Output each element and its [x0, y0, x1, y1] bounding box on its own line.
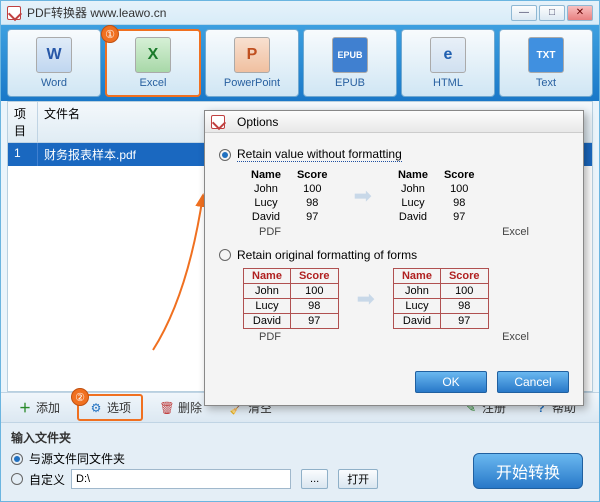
- open-button[interactable]: 打开: [338, 469, 378, 489]
- app-icon: [211, 115, 225, 129]
- format-text[interactable]: TXT Text: [499, 29, 593, 97]
- footer-title: 输入文件夹: [11, 429, 589, 446]
- options-dialog: Options Retain value without formatting …: [204, 110, 584, 406]
- btn-label: 添加: [36, 399, 60, 416]
- callout-badge-2: ②: [71, 388, 89, 406]
- format-epub[interactable]: EPUB EPUB: [303, 29, 397, 97]
- footer: 输入文件夹 与源文件同文件夹 自定义 ... 打开 开始转换: [1, 422, 599, 501]
- radio-retain-value[interactable]: [219, 149, 231, 161]
- radio-custom-folder[interactable]: [11, 473, 23, 485]
- callout-badge-1: ①: [101, 25, 119, 43]
- powerpoint-icon: P: [234, 37, 270, 73]
- radio-retain-formatting[interactable]: [219, 249, 231, 261]
- radio-label: 与源文件同文件夹: [29, 450, 125, 467]
- app-icon: [7, 6, 21, 20]
- gear-icon: ⚙: [89, 401, 103, 415]
- preview-bordered: NameScore John100 Lucy98 David97 ➡ NameS…: [243, 268, 569, 329]
- btn-label: 选项: [107, 399, 131, 416]
- format-powerpoint[interactable]: P PowerPoint: [205, 29, 299, 97]
- preview-label-excel: Excel: [502, 331, 529, 343]
- minimize-button[interactable]: —: [511, 5, 537, 21]
- dialog-title: Options: [237, 115, 278, 129]
- format-toolbar: W Word ① X Excel P PowerPoint EPUB EPUB …: [1, 25, 599, 101]
- format-label: Word: [41, 77, 67, 89]
- format-excel[interactable]: ① X Excel: [105, 29, 201, 97]
- preview-label-pdf: PDF: [259, 331, 281, 343]
- add-button[interactable]: ＋ 添加: [7, 395, 71, 420]
- maximize-button[interactable]: □: [539, 5, 565, 21]
- browse-button[interactable]: ...: [301, 469, 328, 489]
- option-label: Retain original formatting of forms: [237, 248, 417, 262]
- format-label: Excel: [140, 77, 167, 89]
- preview-label-pdf: PDF: [259, 226, 281, 238]
- epub-icon: EPUB: [332, 37, 368, 73]
- format-label: EPUB: [335, 77, 365, 89]
- excel-icon: X: [135, 37, 171, 73]
- preview-pdf-table: NameScore John100 Lucy98 David97: [243, 268, 339, 329]
- cancel-button[interactable]: Cancel: [497, 371, 569, 393]
- options-button[interactable]: ② ⚙ 选项: [77, 394, 143, 421]
- option-label: Retain value without formatting: [237, 147, 402, 162]
- radio-same-folder[interactable]: [11, 453, 23, 465]
- preview-label-excel: Excel: [502, 226, 529, 238]
- row-index: 1: [8, 143, 38, 166]
- format-label: Text: [536, 77, 556, 89]
- arrow-right-icon: ➡: [357, 286, 375, 312]
- preview-excel-table: NameScore John100 Lucy98 David97: [393, 268, 489, 329]
- preview-plain: NameScore John100 Lucy98 David97 ➡ NameS…: [243, 168, 569, 224]
- word-icon: W: [36, 37, 72, 73]
- start-convert-button[interactable]: 开始转换: [473, 453, 583, 489]
- format-label: PowerPoint: [224, 77, 280, 89]
- close-button[interactable]: ✕: [567, 5, 593, 21]
- html-icon: e: [430, 37, 466, 73]
- titlebar: PDF转换器 www.leawo.cn — □ ✕: [1, 1, 599, 25]
- ok-button[interactable]: OK: [415, 371, 487, 393]
- window-title: PDF转换器 www.leawo.cn: [27, 4, 166, 21]
- col-index: 项目: [8, 102, 38, 142]
- text-icon: TXT: [528, 37, 564, 73]
- output-path-input[interactable]: [71, 469, 291, 489]
- format-word[interactable]: W Word: [7, 29, 101, 97]
- btn-label: 删除: [178, 399, 202, 416]
- plus-icon: ＋: [18, 401, 32, 415]
- radio-label: 自定义: [29, 471, 65, 488]
- format-label: HTML: [433, 77, 463, 89]
- trash-icon: 🗑: [160, 401, 174, 415]
- dialog-titlebar: Options: [205, 111, 583, 133]
- format-html[interactable]: e HTML: [401, 29, 495, 97]
- preview-excel-table: NameScore John100 Lucy98 David97: [390, 168, 483, 224]
- preview-pdf-table: NameScore John100 Lucy98 David97: [243, 168, 336, 224]
- arrow-right-icon: ➡: [354, 183, 372, 209]
